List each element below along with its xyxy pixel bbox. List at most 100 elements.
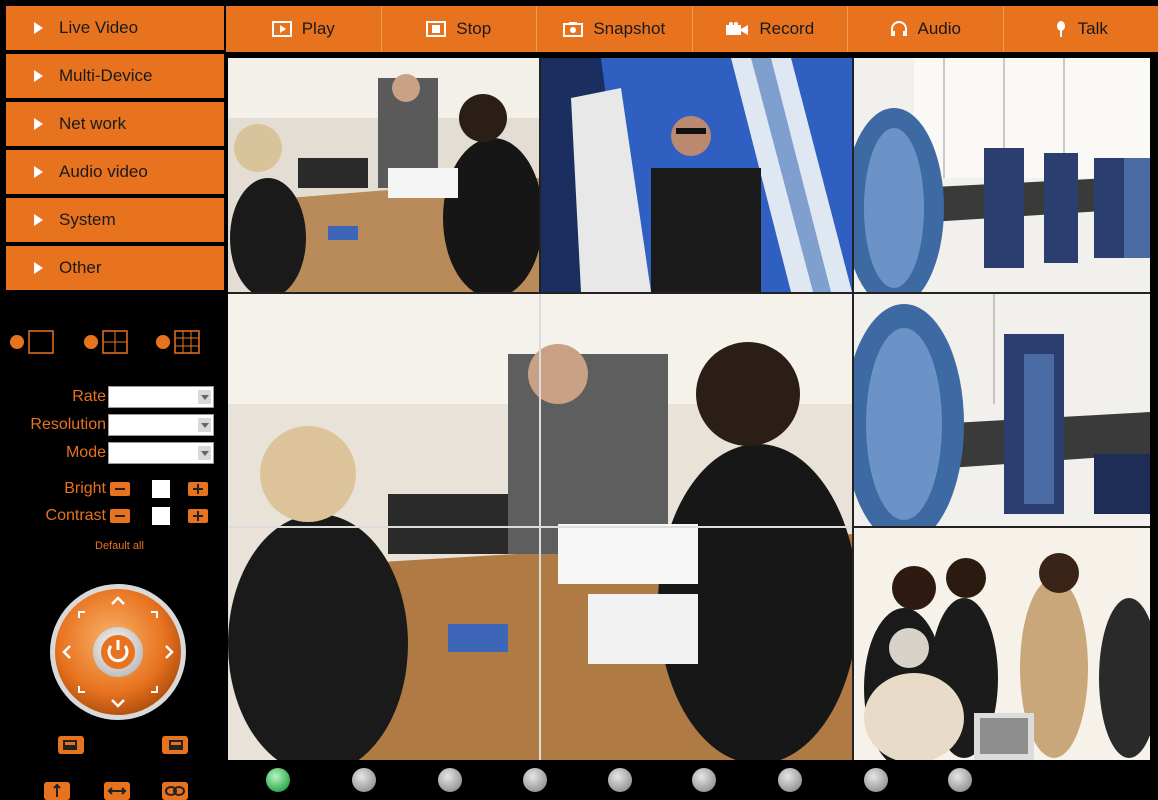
bright-increase-button[interactable]: [188, 482, 208, 496]
channel-2-indicator[interactable]: [352, 768, 376, 792]
video-channel-6[interactable]: [854, 528, 1150, 760]
menu-item-multi-device[interactable]: Multi-Device: [6, 54, 224, 98]
menu-item-audio-video[interactable]: Audio video: [6, 150, 224, 194]
video-channel-2[interactable]: [541, 58, 852, 292]
sidebar: Live Video Multi-Device Net work Audio v…: [0, 0, 226, 800]
mode-select[interactable]: [108, 442, 214, 464]
default-all-link[interactable]: Default all: [95, 540, 144, 552]
video-frame-chairs: [854, 294, 1150, 526]
contrast-row: Contrast: [8, 506, 218, 528]
menu-item-label: Multi-Device: [59, 66, 153, 85]
preset-right-icon[interactable]: [162, 736, 188, 754]
stop-label: Stop: [456, 19, 492, 38]
play-triangle-icon: [34, 262, 43, 274]
channel-indicator-bar: [228, 762, 1158, 800]
rate-select[interactable]: [108, 386, 214, 408]
camera-icon: [563, 21, 584, 37]
video-frame-meeting: [228, 58, 539, 292]
play-triangle-icon: [34, 214, 43, 226]
play-triangle-icon: [34, 70, 43, 82]
playback-toolbar: Play Stop Snapshot Record Audio Talk: [226, 6, 1158, 52]
channel-3-indicator[interactable]: [438, 768, 462, 792]
contrast-decrease-button[interactable]: [110, 509, 130, 523]
ptz-left-button[interactable]: [55, 640, 77, 664]
ptz-right-button[interactable]: [159, 640, 181, 664]
snapshot-button[interactable]: Snapshot: [537, 6, 693, 52]
vertical-scan-icon[interactable]: [44, 782, 70, 800]
channel-1-indicator[interactable]: [266, 768, 290, 792]
video-camera-icon: [725, 21, 749, 37]
play-triangle-icon: [34, 166, 43, 178]
video-frame-boardroom: [854, 58, 1150, 292]
audio-label: Audio: [917, 19, 961, 38]
channel-4-indicator[interactable]: [523, 768, 547, 792]
bright-decrease-button[interactable]: [110, 482, 130, 496]
menu-item-network[interactable]: Net work: [6, 102, 224, 146]
ptz-up-button[interactable]: [105, 590, 131, 612]
mode-label: Mode: [65, 444, 106, 461]
radio-dot-icon: [84, 335, 98, 349]
snapshot-label: Snapshot: [593, 19, 666, 38]
ptz-center-button[interactable]: [97, 632, 139, 672]
contrast-value: [152, 507, 170, 525]
video-frame-meeting-large: [228, 294, 852, 760]
layout-quad-option[interactable]: [84, 330, 128, 354]
mode-row: Mode: [8, 442, 218, 466]
menu-item-label: Live Video: [59, 18, 139, 37]
nine-view-icon: [174, 330, 200, 354]
channel-6-indicator[interactable]: [692, 768, 716, 792]
video-channel-3[interactable]: [854, 58, 1150, 292]
contrast-label: Contrast: [45, 507, 106, 524]
video-channel-1[interactable]: [228, 58, 539, 292]
talk-button[interactable]: Talk: [1004, 6, 1158, 52]
video-grid: [228, 58, 1150, 760]
resolution-select[interactable]: [108, 414, 214, 436]
play-triangle-icon: [34, 22, 43, 34]
single-view-icon: [28, 330, 54, 354]
audio-button[interactable]: Audio: [848, 6, 1004, 52]
ptz-control: [45, 582, 191, 722]
record-button[interactable]: Record: [693, 6, 848, 52]
video-frame-street: [541, 58, 852, 292]
main-menu: Live Video Multi-Device Net work Audio v…: [6, 6, 224, 294]
preset-left-icon[interactable]: [58, 736, 84, 754]
menu-item-label: System: [59, 210, 116, 229]
menu-item-label: Net work: [59, 114, 127, 133]
chevron-down-icon: [198, 390, 211, 404]
menu-item-live-video[interactable]: Live Video: [6, 6, 224, 50]
play-label: Play: [301, 19, 335, 38]
video-frame-handshake: [854, 528, 1150, 760]
menu-item-label: Audio video: [59, 162, 148, 181]
play-icon: [271, 21, 292, 37]
menu-item-other[interactable]: Other: [6, 246, 224, 290]
layout-nine-option[interactable]: [156, 330, 200, 354]
layout-single-option[interactable]: [10, 330, 54, 354]
ptz-down-button[interactable]: [105, 692, 131, 714]
cruise-loop-icon[interactable]: [162, 782, 188, 800]
menu-item-label: Other: [59, 258, 102, 277]
video-channel-4[interactable]: [228, 294, 852, 760]
channel-9-indicator[interactable]: [948, 768, 972, 792]
channel-5-indicator[interactable]: [608, 768, 632, 792]
channel-8-indicator[interactable]: [864, 768, 888, 792]
play-button[interactable]: Play: [226, 6, 382, 52]
bright-row: Bright: [8, 479, 218, 501]
contrast-increase-button[interactable]: [188, 509, 208, 523]
talk-label: Talk: [1077, 19, 1108, 38]
view-layout-selector: [10, 330, 220, 360]
chevron-down-icon: [198, 418, 211, 432]
chevron-down-icon: [198, 446, 211, 460]
horizontal-scan-icon[interactable]: [104, 782, 130, 800]
resolution-row: Resolution: [8, 414, 218, 438]
quad-view-icon: [102, 330, 128, 354]
stop-button[interactable]: Stop: [382, 6, 537, 52]
radio-dot-icon: [10, 335, 24, 349]
record-label: Record: [759, 19, 815, 38]
channel-7-indicator[interactable]: [778, 768, 802, 792]
stop-icon: [426, 21, 447, 37]
resolution-label: Resolution: [30, 416, 106, 433]
video-channel-5[interactable]: [854, 294, 1150, 526]
menu-item-system[interactable]: System: [6, 198, 224, 242]
bright-label: Bright: [64, 480, 106, 497]
microphone-icon: [1054, 20, 1068, 38]
